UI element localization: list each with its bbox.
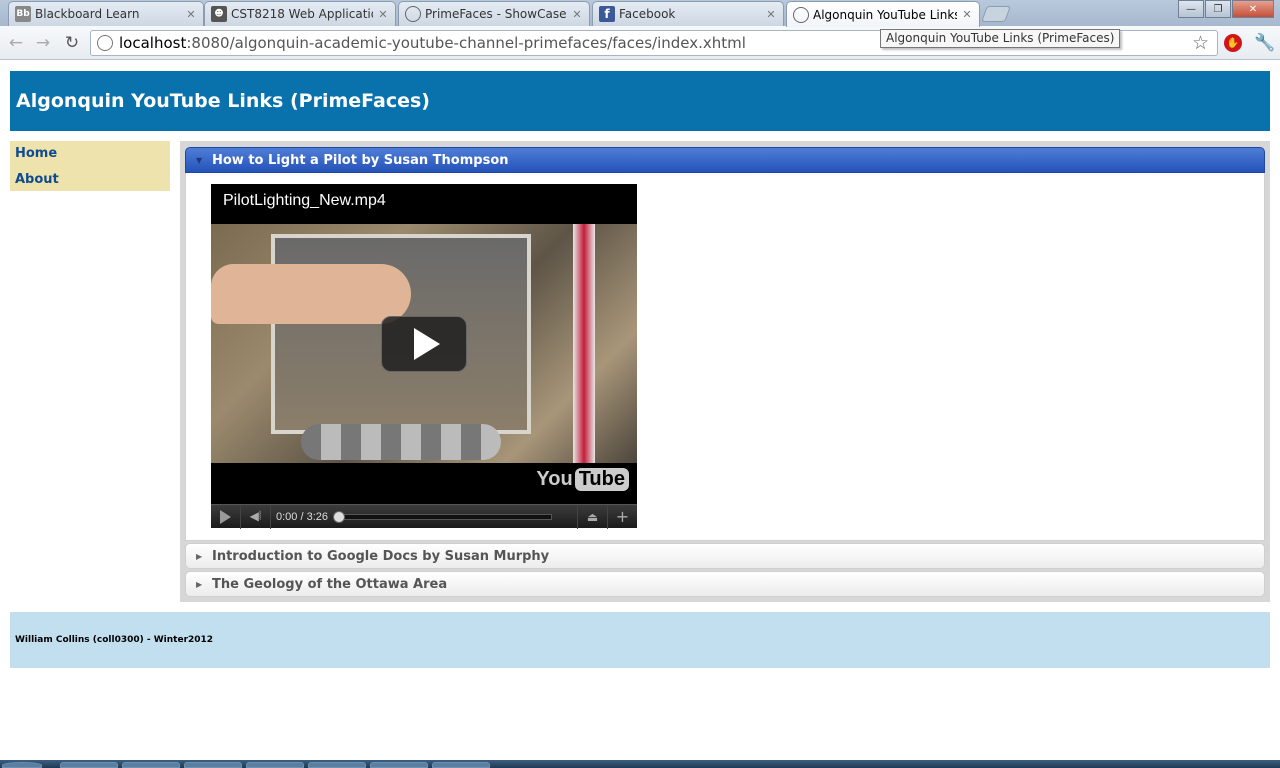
video-thumbnail[interactable] (211, 224, 637, 463)
close-icon[interactable]: ✕ (765, 8, 777, 21)
hand (211, 264, 411, 324)
page-footer: William Collins (coll0300) - Winter2012 (10, 612, 1270, 668)
tab-title: PrimeFaces - ShowCase (425, 7, 567, 21)
popout-button[interactable]: ⏏ (577, 504, 607, 529)
pipe (301, 424, 501, 460)
close-icon[interactable]: ✕ (571, 8, 583, 21)
tab-title: Algonquin YouTube Links ( (813, 7, 957, 22)
globe-icon (793, 6, 809, 23)
taskbar-button-7[interactable] (432, 762, 490, 768)
progress-knob[interactable] (333, 510, 345, 523)
fullscreen-button[interactable]: + (607, 504, 637, 529)
accordion-title: How to Light a Pilot by Susan Thompson (212, 152, 509, 168)
tab-tooltip: Algonquin YouTube Links (PrimeFaces) (880, 29, 1121, 48)
os-taskbar (0, 760, 1280, 768)
taskbar-button-1[interactable] (60, 762, 118, 768)
accordion-container: ▼ How to Light a Pilot by Susan Thompson… (180, 141, 1270, 602)
plus-icon: + (615, 507, 630, 526)
close-icon[interactable]: ✕ (185, 8, 197, 21)
player-controls: ◀︎⦚ 0:00 / 3:26 ⏏ + (211, 504, 637, 529)
wrench-icon[interactable]: 🔧 (1254, 33, 1275, 53)
close-icon[interactable]: ✕ (377, 8, 389, 21)
facebook-icon: f (599, 6, 615, 22)
span: You (536, 468, 573, 490)
accordion-header-geology[interactable]: ▶ The Geology of the Ottawa Area (185, 571, 1265, 597)
tab-title: Blackboard Learn (35, 7, 140, 21)
forward-button[interactable]: → (33, 33, 53, 53)
taskbar-button-5[interactable] (308, 762, 366, 768)
speaker-icon: ◀︎⦚ (249, 509, 262, 523)
tube: Tube (574, 468, 629, 491)
tab-primefaces[interactable]: PrimeFaces - ShowCase ✕ (398, 1, 590, 26)
play-overlay-button[interactable] (381, 316, 467, 372)
youtube-logo[interactable]: You Tube (536, 468, 629, 491)
triangle-right-icon: ▶ (196, 579, 203, 589)
progress-bar[interactable] (333, 510, 552, 523)
accordion-title: The Geology of the Ottawa Area (212, 576, 448, 592)
tab-strip: Bb Blackboard Learn ✕ ☻ CST8218 Web Appl… (0, 0, 1280, 27)
taskbar-button-6[interactable] (370, 762, 428, 768)
tab-cst8218[interactable]: ☻ CST8218 Web Application P ✕ (204, 1, 396, 26)
play-icon (220, 509, 231, 524)
url-path: :8080/algonquin-academic-youtube-channel… (186, 34, 746, 52)
back-button[interactable]: ← (6, 33, 26, 53)
tab-facebook[interactable]: f Facebook ✕ (592, 1, 784, 26)
triangle-right-icon: ▶ (196, 551, 203, 561)
minimize-button[interactable]: — (1178, 0, 1204, 18)
accordion-header-google-docs[interactable]: ▶ Introduction to Google Docs by Susan M… (185, 543, 1265, 569)
side-menu: Home About (10, 141, 170, 191)
mask-icon: ☻ (211, 6, 227, 22)
window-controls: — ❐ ✕ (1177, 0, 1274, 18)
start-button[interactable] (2, 762, 42, 768)
youtube-player[interactable]: PilotLighting_New.mp4 You Tube ◀︎⦚ 0:00 /… (211, 184, 637, 529)
globe-icon (97, 35, 113, 51)
menu-item-about[interactable]: About (15, 171, 165, 197)
tab-title: CST8218 Web Application P (231, 7, 373, 21)
play-button[interactable] (211, 504, 241, 529)
new-tab-button[interactable] (981, 6, 1011, 22)
taskbar-button-2[interactable] (122, 762, 180, 768)
triangle-down-icon: ▼ (196, 155, 203, 165)
blackboard-icon: Bb (15, 6, 31, 22)
tab-algonquin[interactable]: Algonquin YouTube Links ( ✕ (786, 1, 980, 27)
taskbar-button-4[interactable] (246, 762, 304, 768)
play-icon (414, 328, 440, 360)
accordion-panel-pilot: PilotLighting_New.mp4 You Tube ◀︎⦚ 0:00 /… (185, 173, 1265, 541)
accordion-header-pilot[interactable]: ▼ How to Light a Pilot by Susan Thompson (185, 147, 1265, 173)
video-time: 0:00 / 3:26 (276, 510, 328, 523)
eject-icon: ⏏ (586, 509, 599, 524)
redbar (573, 224, 595, 463)
accordion-title: Introduction to Google Docs by Susan Mur… (212, 548, 550, 564)
extension-stop-icon[interactable]: ✋ (1224, 34, 1242, 52)
video-title[interactable]: PilotLighting_New.mp4 (223, 192, 386, 210)
volume-button[interactable]: ◀︎⦚ (241, 504, 271, 529)
tab-blackboard[interactable]: Bb Blackboard Learn ✕ (8, 1, 204, 26)
close-icon[interactable]: ✕ (961, 8, 973, 21)
menu-item-home[interactable]: Home (15, 145, 165, 171)
tab-title: Facebook (619, 7, 676, 21)
page-title: Algonquin YouTube Links (PrimeFaces) (10, 71, 1270, 131)
globe-icon (405, 6, 421, 22)
reload-button[interactable]: ↻ (62, 33, 82, 53)
url-host: localhost (119, 34, 187, 52)
restore-button[interactable]: ❐ (1205, 0, 1231, 18)
bookmark-star-icon[interactable]: ☆ (1192, 32, 1209, 54)
close-window-button[interactable]: ✕ (1232, 0, 1274, 18)
taskbar-button-3[interactable] (184, 762, 242, 768)
